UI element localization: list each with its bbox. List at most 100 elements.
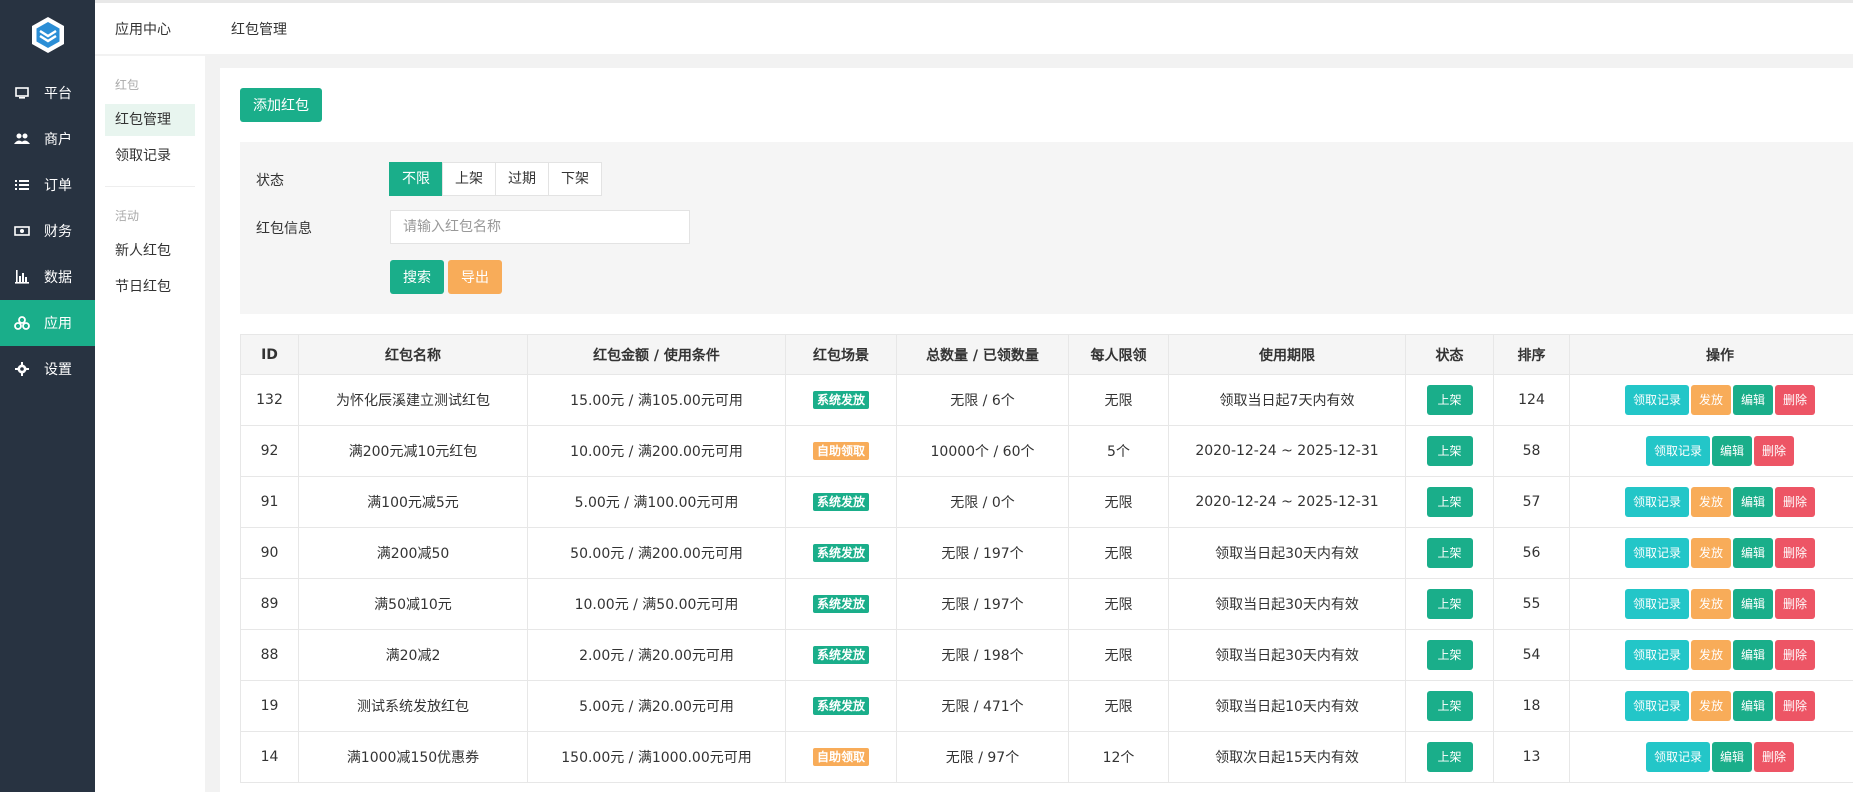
cell-quantity: 无限 / 471个 xyxy=(896,680,1069,732)
cell-sort: 57 xyxy=(1493,476,1570,528)
claim-records-button[interactable]: 领取记录 xyxy=(1624,385,1689,415)
redpacket-name-input[interactable] xyxy=(390,210,690,244)
cell-id: 14 xyxy=(240,731,299,783)
edit-button[interactable]: 编辑 xyxy=(1711,742,1752,772)
delete-button[interactable]: 删除 xyxy=(1775,385,1816,415)
nav-item-bar-chart[interactable]: 数据 xyxy=(0,254,95,300)
nav-item-list[interactable]: 订单 xyxy=(0,162,95,208)
nav-item-users[interactable]: 商户 xyxy=(0,116,95,162)
scene-badge: 系统发放 xyxy=(812,697,869,715)
search-button[interactable]: 搜索 xyxy=(390,260,444,294)
cell-actions: 领取记录 发放 编辑 删除 xyxy=(1569,527,1853,579)
column-header: 总数量 / 已领数量 xyxy=(896,334,1069,375)
redpacket-table: ID 红包名称 红包金额 / 使用条件 红包场景 总数量 / 已领数量 每人限领 使用期限状… xyxy=(240,334,1853,783)
cell-actions: 领取记录 发放 编辑 删除 xyxy=(1569,629,1853,681)
issue-button[interactable]: 发放 xyxy=(1690,385,1731,415)
cell-scene: 自助领取 xyxy=(785,425,897,477)
status-toggle-button[interactable]: 上架 xyxy=(1426,487,1473,517)
cell-status: 上架 xyxy=(1405,374,1494,426)
edit-button[interactable]: 编辑 xyxy=(1733,640,1774,670)
nav-item-apps[interactable]: 应用 xyxy=(0,300,95,346)
subnav-item-holiday-packet[interactable]: 节日红包 xyxy=(105,271,195,303)
cell-name: 满1000减150优惠券 xyxy=(298,731,528,783)
claim-records-button[interactable]: 领取记录 xyxy=(1624,487,1689,517)
cell-actions: 领取记录 发放 编辑 删除 xyxy=(1569,680,1853,732)
redpacket-table-wrap: ID 红包名称 红包金额 / 使用条件 红包场景 总数量 / 已领数量 每人限领 使用期限状… xyxy=(240,334,1853,783)
scene-badge: 系统发放 xyxy=(812,544,869,562)
cell-id: 92 xyxy=(240,425,299,477)
edit-button[interactable]: 编辑 xyxy=(1733,385,1774,415)
claim-records-button[interactable]: 领取记录 xyxy=(1645,436,1710,466)
table-row: 14 满1000减150优惠券 150.00元 / 满1000.00元可用 自助领取 无… xyxy=(240,731,1853,783)
app-logo[interactable] xyxy=(0,0,95,70)
status-option-expired[interactable]: 过期 xyxy=(495,162,549,196)
table-row: 92 满200元减10元红包 10.00元 / 满200.00元可用 自助领取 1000… xyxy=(240,425,1853,477)
cell-amount: 150.00元 / 满1000.00元可用 xyxy=(527,731,786,783)
nav-item-label: 数据 xyxy=(44,270,72,286)
column-header: 每人限领 xyxy=(1068,334,1169,375)
export-button[interactable]: 导出 xyxy=(448,260,502,294)
nav-item-gear[interactable]: 设置 xyxy=(0,346,95,392)
delete-button[interactable]: 删除 xyxy=(1775,487,1816,517)
delete-button[interactable]: 删除 xyxy=(1775,589,1816,619)
cell-quantity: 10000个 / 60个 xyxy=(896,425,1069,477)
issue-button[interactable]: 发放 xyxy=(1690,640,1731,670)
cell-actions: 领取记录 发放 编辑 删除 xyxy=(1569,374,1853,426)
cell-sort: 58 xyxy=(1493,425,1570,477)
cell-id: 19 xyxy=(240,680,299,732)
cell-period: 领取当日起30天内有效 xyxy=(1168,527,1406,579)
edit-button[interactable]: 编辑 xyxy=(1733,538,1774,568)
delete-button[interactable]: 删除 xyxy=(1775,691,1816,721)
nav-item-monitor[interactable]: 平台 xyxy=(0,70,95,116)
issue-button[interactable]: 发放 xyxy=(1690,691,1731,721)
delete-button[interactable]: 删除 xyxy=(1775,640,1816,670)
status-toggle-button[interactable]: 上架 xyxy=(1426,436,1473,466)
cell-period: 2020-12-24 ~ 2025-12-31 xyxy=(1168,425,1406,477)
status-toggle-button[interactable]: 上架 xyxy=(1426,538,1473,568)
scene-badge: 自助领取 xyxy=(812,442,869,460)
bar-chart-icon xyxy=(14,269,30,285)
status-toggle-button[interactable]: 上架 xyxy=(1426,385,1473,415)
status-option-offline[interactable]: 下架 xyxy=(548,162,602,196)
issue-button[interactable]: 发放 xyxy=(1690,589,1731,619)
status-toggle-button[interactable]: 上架 xyxy=(1426,589,1473,619)
subnav-item-newcomer-packet[interactable]: 新人红包 xyxy=(105,235,195,267)
cell-id: 91 xyxy=(240,476,299,528)
cell-period: 领取当日起30天内有效 xyxy=(1168,578,1406,630)
delete-button[interactable]: 删除 xyxy=(1754,436,1795,466)
status-filter-group: 不限 上架 过期 下架 xyxy=(389,162,602,196)
status-toggle-button[interactable]: 上架 xyxy=(1426,742,1473,772)
status-option-all[interactable]: 不限 xyxy=(389,162,443,196)
subnav-item-claim-records[interactable]: 领取记录 xyxy=(105,140,195,172)
issue-button[interactable]: 发放 xyxy=(1690,487,1731,517)
scene-badge: 系统发放 xyxy=(812,391,869,409)
add-redpacket-button[interactable]: 添加红包 xyxy=(240,88,322,122)
subnav-item-redpacket-manage[interactable]: 红包管理 xyxy=(105,104,195,136)
cell-limit: 无限 xyxy=(1068,374,1169,426)
cell-scene: 自助领取 xyxy=(785,731,897,783)
claim-records-button[interactable]: 领取记录 xyxy=(1624,691,1689,721)
claim-records-button[interactable]: 领取记录 xyxy=(1624,538,1689,568)
edit-button[interactable]: 编辑 xyxy=(1733,589,1774,619)
apps-icon xyxy=(14,315,30,331)
cell-period: 领取当日起30天内有效 xyxy=(1168,629,1406,681)
edit-button[interactable]: 编辑 xyxy=(1733,487,1774,517)
claim-records-button[interactable]: 领取记录 xyxy=(1624,589,1689,619)
status-toggle-button[interactable]: 上架 xyxy=(1426,640,1473,670)
issue-button[interactable]: 发放 xyxy=(1690,538,1731,568)
cell-sort: 56 xyxy=(1493,527,1570,579)
edit-button[interactable]: 编辑 xyxy=(1733,691,1774,721)
claim-records-button[interactable]: 领取记录 xyxy=(1624,640,1689,670)
list-icon xyxy=(14,177,30,193)
delete-button[interactable]: 删除 xyxy=(1775,538,1816,568)
status-filter-label: 状态 xyxy=(256,173,284,189)
status-toggle-button[interactable]: 上架 xyxy=(1426,691,1473,721)
claim-records-button[interactable]: 领取记录 xyxy=(1645,742,1710,772)
delete-button[interactable]: 删除 xyxy=(1754,742,1795,772)
breadcrumb-section[interactable]: 应用中心 xyxy=(95,19,231,39)
edit-button[interactable]: 编辑 xyxy=(1711,436,1752,466)
subnav-group-label: 红包 xyxy=(115,78,140,92)
status-option-online[interactable]: 上架 xyxy=(442,162,496,196)
nav-item-money[interactable]: 财务 xyxy=(0,208,95,254)
cell-amount: 50.00元 / 满200.00元可用 xyxy=(527,527,786,579)
